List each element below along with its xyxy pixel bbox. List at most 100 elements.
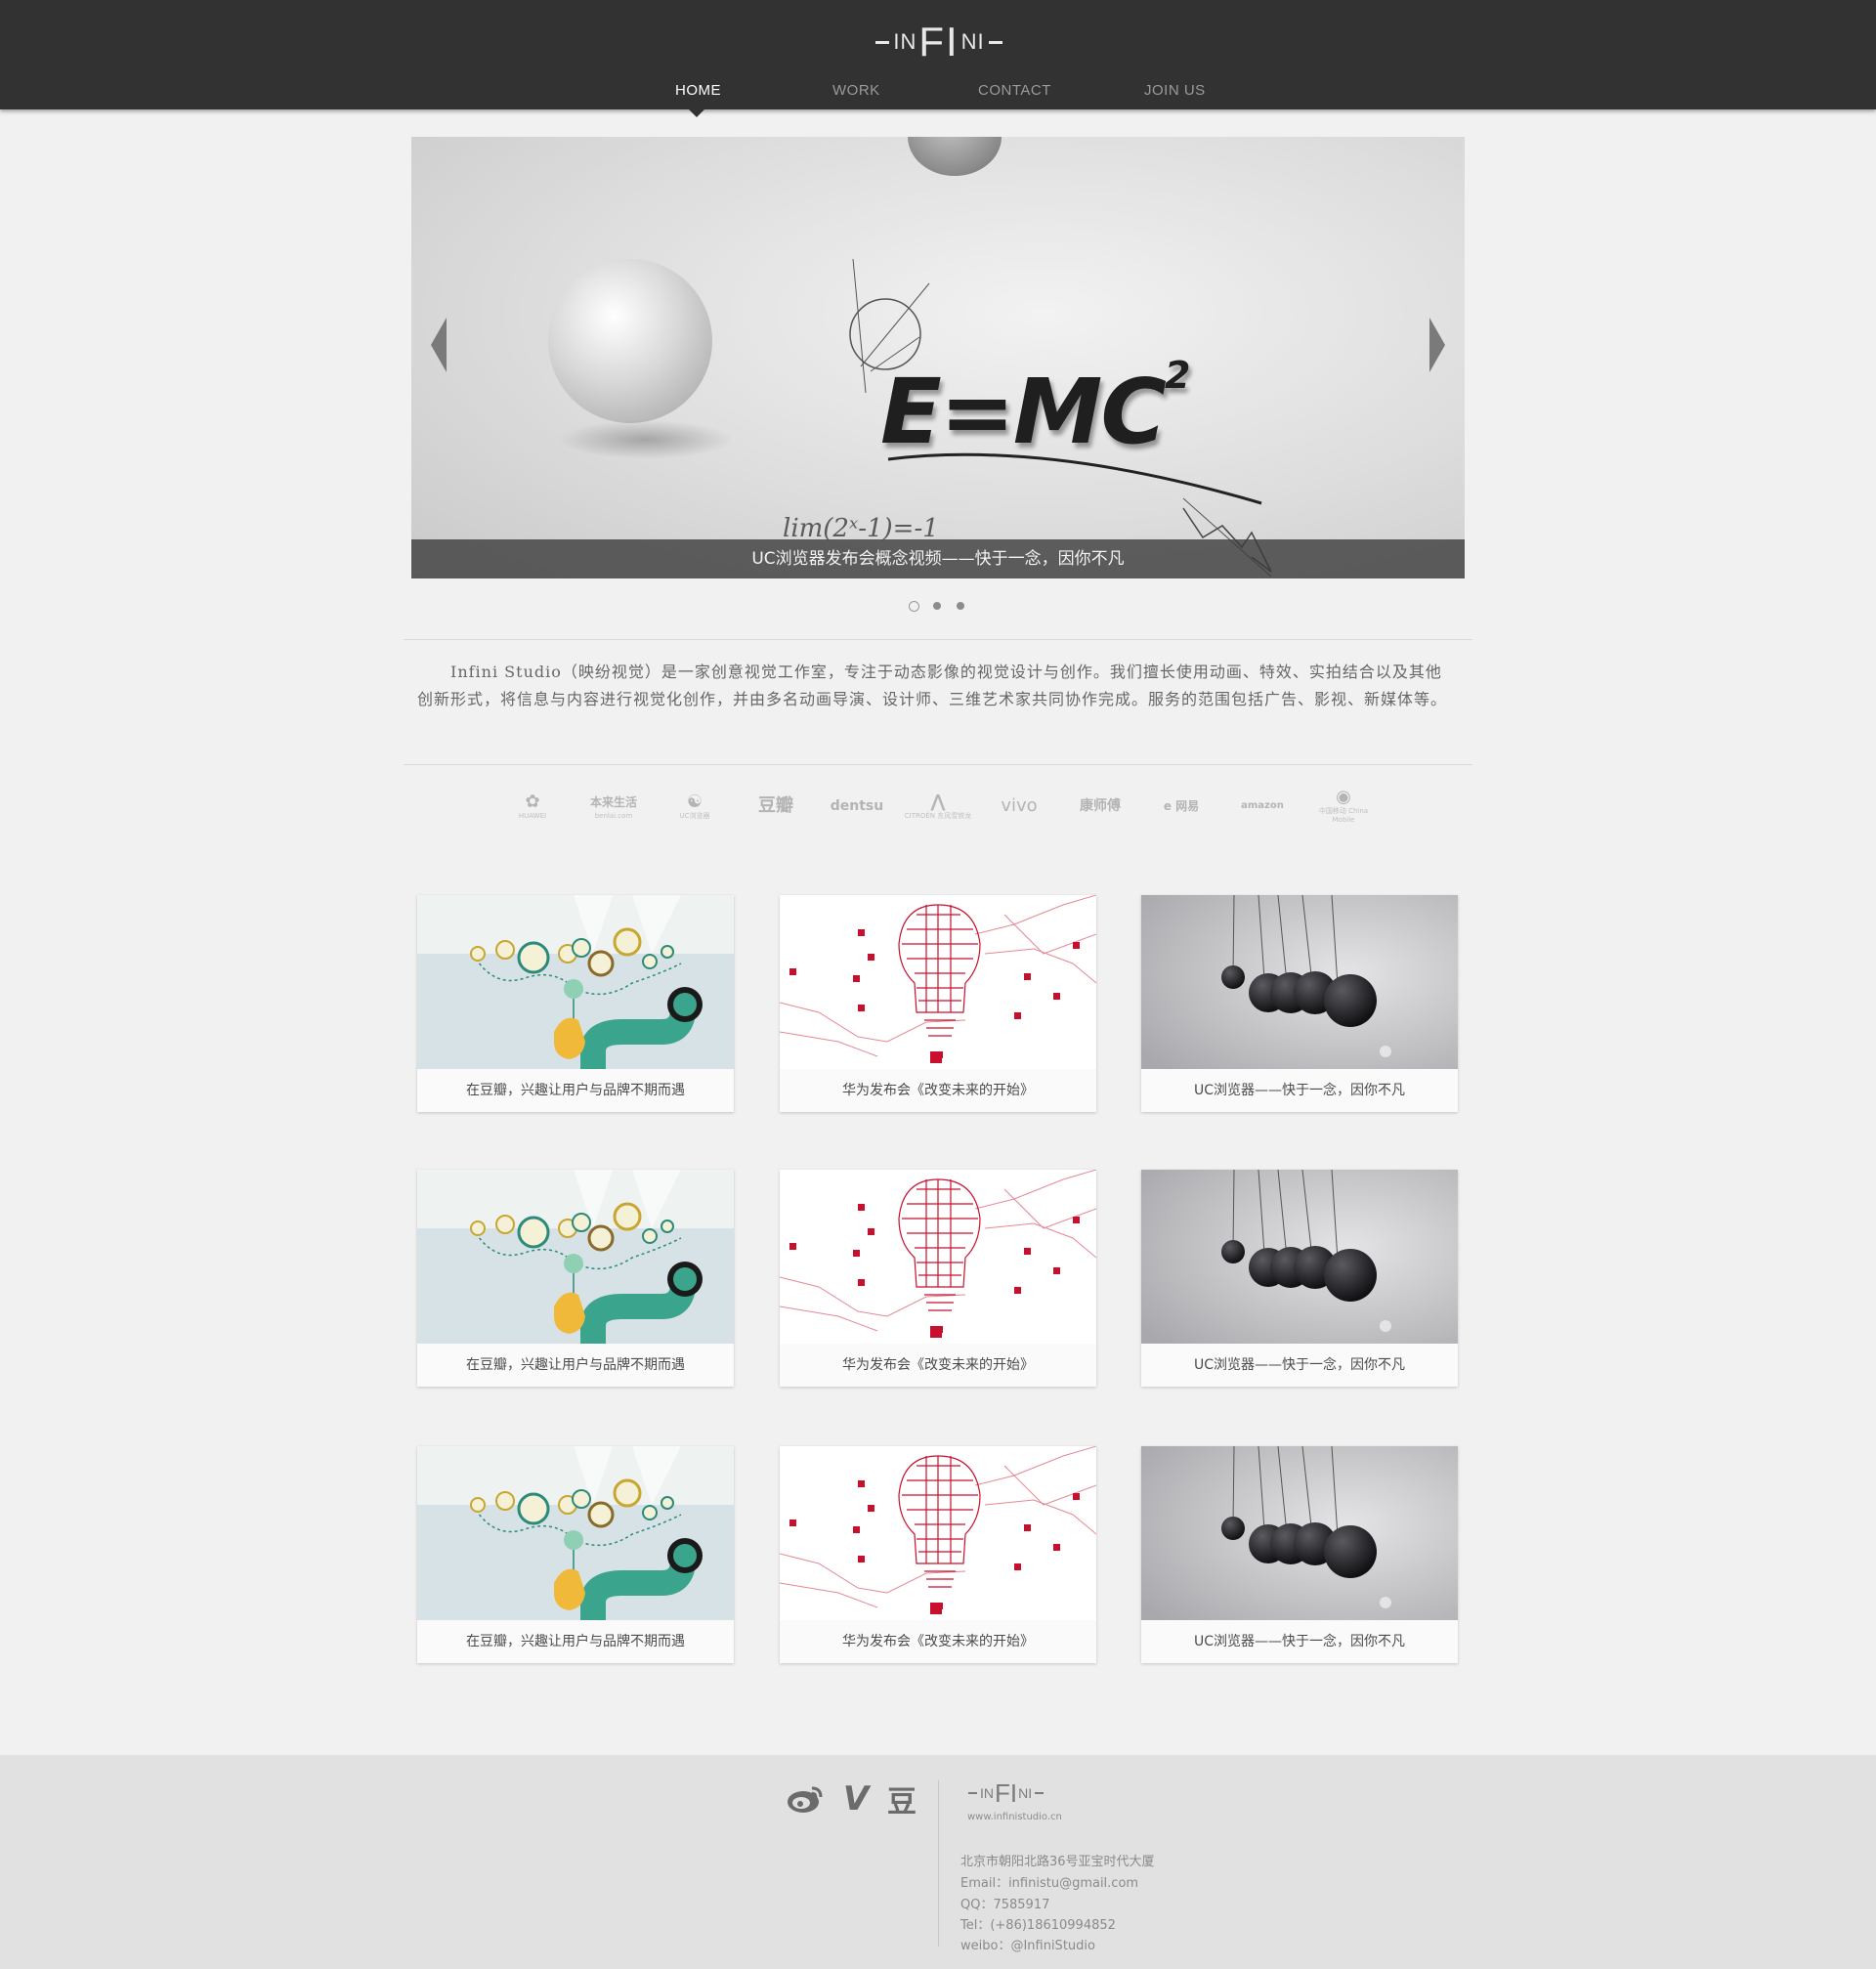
banner-caption: UC浏览器发布会概念视频——快于一念，因你不凡	[411, 539, 1465, 578]
work-thumbnail[interactable]	[417, 895, 734, 1069]
work-title[interactable]: UC浏览器——快于一念，因你不凡	[1141, 1069, 1458, 1112]
footer-email[interactable]: Email：infinistu@gmail.com	[960, 1872, 1138, 1891]
client-logo-amazon: amazon	[1228, 782, 1297, 831]
work-card[interactable]: 在豆瓣，兴趣让用户与品牌不期而遇	[417, 1170, 734, 1387]
banner-sketch-lines	[849, 258, 1272, 578]
client-mark: ✿	[525, 791, 540, 812]
client-mark: vivo	[1001, 795, 1038, 816]
client-sub: UC浏览器	[679, 811, 710, 820]
work-title[interactable]: UC浏览器——快于一念，因你不凡	[1141, 1620, 1458, 1663]
slider-dot-3[interactable]	[957, 602, 964, 610]
work-thumbnail[interactable]	[417, 1446, 734, 1620]
client-mark: 豆瓣	[758, 795, 793, 816]
work-thumbnail[interactable]	[1141, 1170, 1458, 1344]
footer-divider	[938, 1780, 939, 1947]
nav-join-us[interactable]: JOIN US	[1144, 82, 1206, 99]
work-card[interactable]: 华为发布会《改变未来的开始》	[780, 895, 1096, 1112]
client-logo-china-mobile: ◉ 中国移动 China Mobile	[1309, 782, 1378, 831]
logo-dash-left	[875, 40, 890, 44]
client-mark: dentsu	[830, 798, 884, 814]
site-footer: V 豆 IN FI NI www.infinistudio.cn 北京市朝阳北路…	[0, 1755, 1876, 1969]
footer-weibo[interactable]: weibo：@InfiniStudio	[960, 1935, 1095, 1953]
client-logo-huawei: ✿ HUAWEI	[498, 782, 567, 831]
client-mark: 康师傅	[1080, 798, 1121, 814]
work-thumbnail[interactable]	[780, 895, 1096, 1069]
client-sub: benlai.com	[594, 811, 633, 820]
client-logo-benlai: 本来生活 benlai.com	[579, 782, 648, 831]
main-nav: HOME WORK CONTACT JOIN US	[0, 82, 1876, 109]
client-sub: CITROËN 东风雪铁龙	[904, 811, 972, 820]
hero-slider[interactable]: E=MC2 lim(2ˣ-1)=-1 UC浏览器发布会概念视频——快于一念，因你…	[411, 137, 1465, 578]
douban-icon[interactable]: 豆	[882, 1778, 921, 1819]
work-thumbnail[interactable]	[1141, 1446, 1458, 1620]
work-card[interactable]: UC浏览器——快于一念，因你不凡	[1141, 895, 1458, 1112]
divider-bottom	[404, 764, 1472, 765]
client-mark: amazon	[1241, 800, 1284, 811]
logo-text-left: IN	[893, 29, 917, 54]
nav-home[interactable]: HOME	[675, 82, 721, 99]
client-logo-vivo: vivo	[985, 782, 1053, 831]
banner-formula-main: E=MC	[880, 360, 1167, 464]
client-logo-uc: ☯ UC浏览器	[661, 782, 729, 831]
work-card[interactable]: UC浏览器——快于一念，因你不凡	[1141, 1170, 1458, 1387]
footer-address: 北京市朝阳北路36号亚宝时代大厦	[960, 1855, 1155, 1869]
slider-prev-arrow[interactable]	[431, 318, 447, 372]
divider-top	[404, 639, 1472, 640]
work-thumbnail[interactable]	[417, 1170, 734, 1344]
footer-logo-center: FI	[995, 1777, 1018, 1808]
work-card[interactable]: 在豆瓣，兴趣让用户与品牌不期而遇	[417, 1446, 734, 1663]
vimeo-icon[interactable]: V	[838, 1778, 874, 1819]
footer-logo-dash-right	[1035, 1792, 1045, 1794]
footer-tel: Tel：(+86)18610994852	[960, 1918, 1116, 1933]
work-thumbnail[interactable]	[780, 1446, 1096, 1620]
work-title[interactable]: 华为发布会《改变未来的开始》	[780, 1069, 1096, 1112]
client-logo-dentsu: dentsu	[823, 782, 891, 831]
logo-dash-right	[988, 40, 1002, 44]
nav-contact[interactable]: CONTACT	[978, 82, 1051, 99]
site-header: IN FI NI HOME WORK CONTACT JOIN US	[0, 0, 1876, 109]
work-card[interactable]: 在豆瓣，兴趣让用户与品牌不期而遇	[417, 895, 734, 1112]
client-mark: ◉	[1336, 787, 1351, 807]
client-mark: e 网易	[1163, 799, 1200, 813]
nav-work[interactable]: WORK	[832, 82, 880, 99]
footer-logo[interactable]: IN FI NI	[965, 1778, 1063, 1808]
slider-next-arrow[interactable]	[1429, 318, 1445, 372]
client-sub: HUAWEI	[518, 811, 547, 820]
studio-intro: Infini Studio（映纷视觉）是一家创意视觉工作室，专注于动态影像的视觉…	[417, 663, 1448, 708]
footer-qq: QQ：7585917	[960, 1898, 1050, 1912]
work-title[interactable]: 华为发布会《改变未来的开始》	[780, 1620, 1096, 1663]
work-title[interactable]: 在豆瓣，兴趣让用户与品牌不期而遇	[417, 1620, 734, 1663]
footer-logo-right: NI	[1018, 1785, 1033, 1801]
slider-dot-1[interactable]	[909, 601, 919, 612]
site-logo[interactable]: IN FI NI	[871, 18, 1007, 66]
banner-formula-exponent: 2	[1165, 354, 1190, 397]
logo-text-right: NI	[960, 29, 985, 54]
work-card[interactable]: 华为发布会《改变未来的开始》	[780, 1170, 1096, 1387]
footer-logo-dash-left	[968, 1792, 977, 1794]
work-title[interactable]: 在豆瓣，兴趣让用户与品牌不期而遇	[417, 1344, 734, 1387]
work-thumbnail[interactable]	[780, 1170, 1096, 1344]
footer-logo-left: IN	[980, 1785, 994, 1801]
work-card[interactable]: UC浏览器——快于一念，因你不凡	[1141, 1446, 1458, 1663]
work-title[interactable]: 在豆瓣，兴趣让用户与品牌不期而遇	[417, 1069, 734, 1112]
slider-pagination	[909, 601, 967, 614]
client-mark: 本来生活	[589, 794, 637, 809]
work-thumbnail[interactable]	[1141, 895, 1458, 1069]
banner-formula: E=MC2	[880, 354, 1190, 464]
client-mark: ☯	[686, 791, 704, 812]
client-logo-kangshifu: 康师傅	[1066, 782, 1134, 831]
client-sub: 中国移动 China Mobile	[1318, 807, 1369, 824]
work-title[interactable]: UC浏览器——快于一念，因你不凡	[1141, 1344, 1458, 1387]
client-logo-citroen: ⋀ CITROËN 东风雪铁龙	[904, 782, 972, 831]
work-title[interactable]: 华为发布会《改变未来的开始》	[780, 1344, 1096, 1387]
client-logos: ✿ HUAWEI 本来生活 benlai.com ☯ UC浏览器 豆瓣 dentsu …	[498, 782, 1378, 831]
client-logo-douban: 豆瓣	[742, 782, 810, 831]
client-logo-netease: e 网易	[1147, 782, 1215, 831]
slider-dot-2[interactable]	[933, 602, 941, 610]
footer-url[interactable]: www.infinistudio.cn	[967, 1812, 1062, 1822]
work-card[interactable]: 华为发布会《改变未来的开始》	[780, 1446, 1096, 1663]
logo-text-center: FI	[918, 19, 959, 64]
nav-active-indicator	[689, 109, 704, 117]
client-mark: ⋀	[930, 791, 946, 812]
weibo-icon[interactable]	[785, 1778, 826, 1819]
